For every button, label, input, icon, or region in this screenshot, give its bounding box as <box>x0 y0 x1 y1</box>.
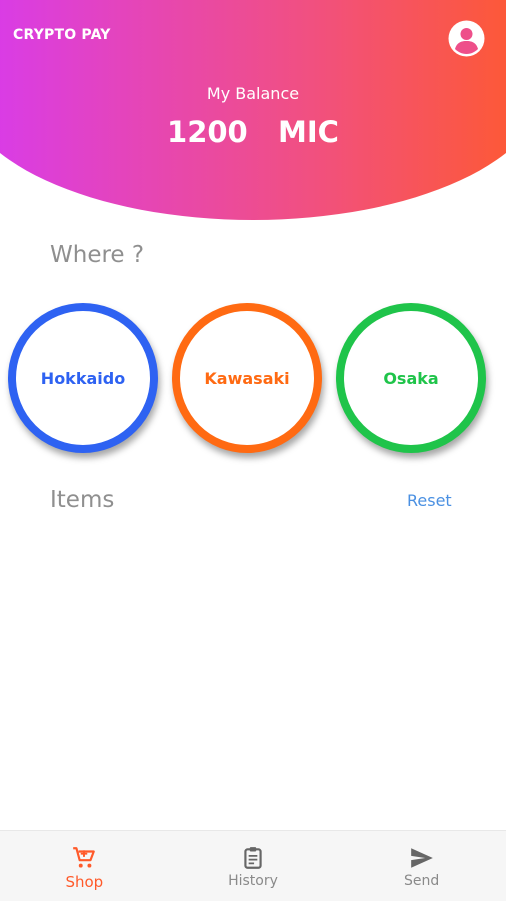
tab-history-label: History <box>228 873 278 889</box>
clipboard-icon <box>244 847 262 869</box>
balance-unit: MIC <box>278 115 339 149</box>
tab-shop-label: Shop <box>65 873 104 891</box>
location-label: Hokkaido <box>40 368 126 388</box>
balance-label: My Balance <box>206 84 300 103</box>
where-heading: Where ? <box>50 242 145 268</box>
location-label: Kawasaki <box>204 368 290 388</box>
location-label: Osaka <box>383 368 439 388</box>
balance-amount: 1200 <box>167 115 248 149</box>
reset-button[interactable]: Reset <box>407 491 452 510</box>
balance-value: 1200 MIC <box>0 115 506 149</box>
cart-icon <box>73 847 96 868</box>
header: CRYPTO PAY My Balance 1200 MIC <box>0 0 506 230</box>
location-osaka-button[interactable]: Osaka <box>336 303 486 453</box>
tab-send-label: Send <box>404 873 440 889</box>
profile-button[interactable] <box>448 20 485 57</box>
send-icon <box>410 848 433 868</box>
tab-send[interactable]: Send <box>337 831 506 901</box>
bottom-navigation: Shop History Send <box>0 830 506 901</box>
account-icon <box>448 20 485 57</box>
tab-history[interactable]: History <box>169 831 338 901</box>
items-heading: Items <box>50 487 115 513</box>
location-hokkaido-button[interactable]: Hokkaido <box>8 303 158 453</box>
location-kawasaki-button[interactable]: Kawasaki <box>172 303 322 453</box>
app-title: CRYPTO PAY <box>13 27 111 43</box>
tab-shop[interactable]: Shop <box>0 831 169 901</box>
